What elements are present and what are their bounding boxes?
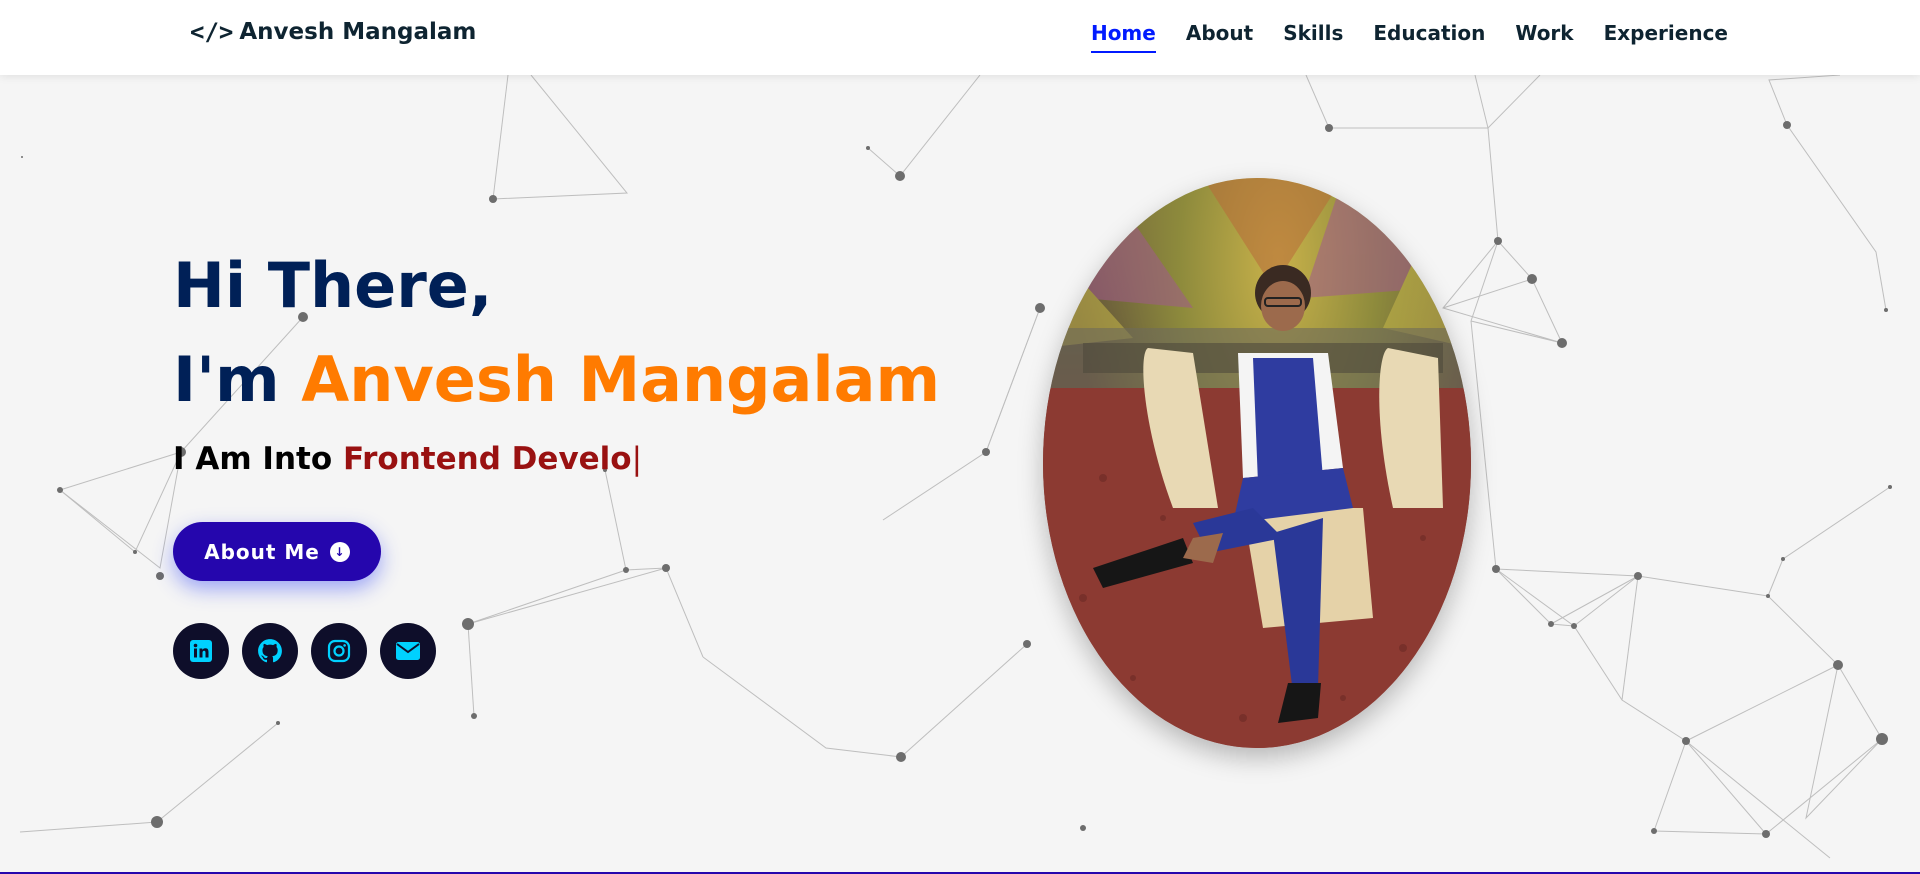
github-button[interactable]	[242, 623, 298, 679]
typing-text: I Am Into Frontend Develo|	[173, 441, 940, 477]
nav-item-work[interactable]: Work	[1515, 21, 1573, 53]
github-icon	[258, 639, 282, 663]
nav-item-experience[interactable]: Experience	[1604, 21, 1728, 53]
main-nav: Home About Skills Education Work Experie…	[1090, 21, 1728, 53]
nav-item-skills[interactable]: Skills	[1283, 21, 1343, 53]
nav-item-about[interactable]: About	[1186, 21, 1253, 53]
profile-photo-illustration	[1043, 178, 1471, 748]
hero-text: Hi There, I'm Anvesh Mangalam I Am Into …	[173, 249, 940, 478]
brand-logo[interactable]: </> Anvesh Mangalam	[190, 18, 476, 46]
typing-cursor: |	[631, 441, 643, 477]
nav-item-home[interactable]: Home	[1090, 21, 1156, 53]
navbar: </> Anvesh Mangalam Home About Skills Ed…	[0, 0, 1920, 75]
instagram-icon	[327, 639, 351, 663]
about-me-label: About Me	[204, 539, 320, 564]
greeting-heading: Hi There,	[173, 249, 493, 322]
typing-role: Frontend Develo	[342, 441, 632, 477]
envelope-icon	[396, 642, 420, 660]
email-button[interactable]	[380, 623, 436, 679]
social-links	[173, 623, 436, 679]
linkedin-icon	[190, 640, 212, 662]
linkedin-button[interactable]	[173, 623, 229, 679]
arrow-circle-down-icon: ↓	[329, 541, 350, 562]
nav-item-education[interactable]: Education	[1373, 21, 1485, 53]
intro-prefix: I'm	[173, 343, 302, 416]
profile-photo	[1043, 178, 1471, 748]
typing-prefix: I Am Into	[173, 441, 343, 477]
hero-name: Anvesh Mangalam	[301, 343, 941, 416]
about-me-button[interactable]: About Me ↓	[173, 522, 381, 581]
intro-heading: I'm Anvesh Mangalam	[173, 349, 940, 411]
code-icon: </>	[190, 18, 234, 46]
instagram-button[interactable]	[311, 623, 367, 679]
brand-name: Anvesh Mangalam	[239, 19, 477, 45]
